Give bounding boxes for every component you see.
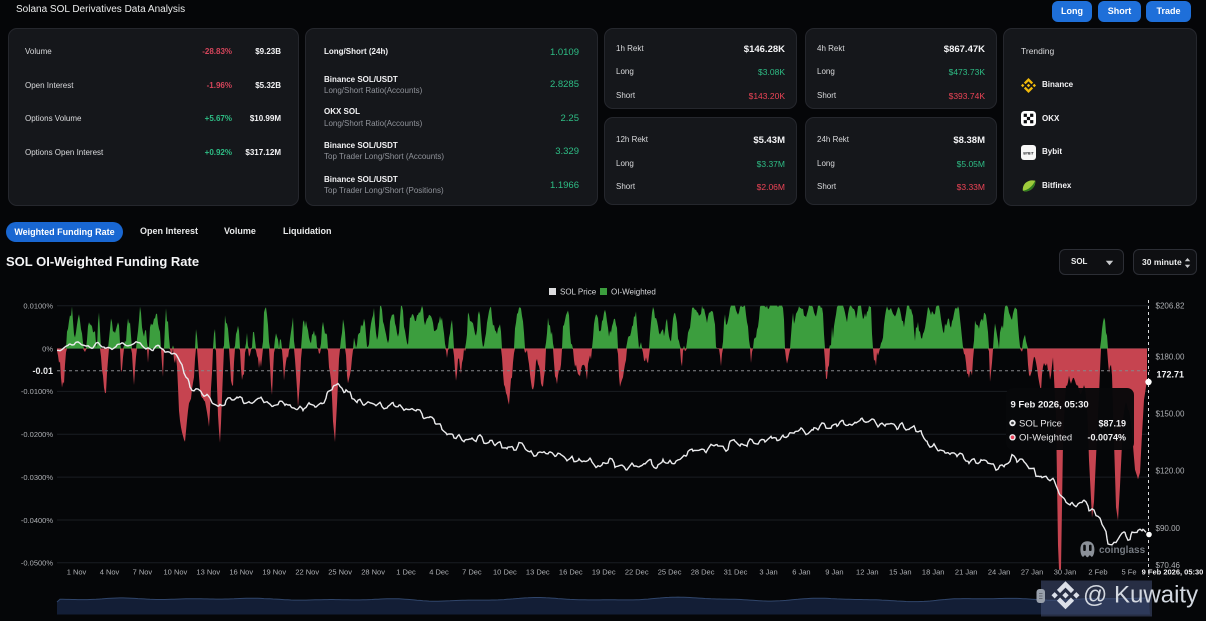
svg-text:0.0100%: 0.0100% xyxy=(23,301,53,310)
svg-text:9 Jan: 9 Jan xyxy=(825,568,843,577)
svg-text:4 Nov: 4 Nov xyxy=(100,568,120,577)
svg-text:13 Dec: 13 Dec xyxy=(526,568,550,577)
svg-text:$120.00: $120.00 xyxy=(1156,467,1185,476)
svg-text:25 Nov: 25 Nov xyxy=(328,568,352,577)
svg-text:1 Nov: 1 Nov xyxy=(67,568,87,577)
svg-text:16 Nov: 16 Nov xyxy=(229,568,253,577)
svg-text:7 Dec: 7 Dec xyxy=(462,568,482,577)
svg-text:-0.0300%: -0.0300% xyxy=(21,473,53,482)
svg-text:28 Nov: 28 Nov xyxy=(361,568,385,577)
svg-text:BYB!T: BYB!T xyxy=(1023,151,1034,155)
svg-text:OI-Weighted: OI-Weighted xyxy=(1019,432,1072,443)
svg-text:18 Jan: 18 Jan xyxy=(922,568,945,577)
svg-text:31 Dec: 31 Dec xyxy=(724,568,748,577)
svg-text:2 Feb: 2 Feb xyxy=(1088,568,1107,577)
svg-text:7 Nov: 7 Nov xyxy=(133,568,153,577)
svg-text:27 Jan: 27 Jan xyxy=(1021,568,1044,577)
svg-text:4 Dec: 4 Dec xyxy=(429,568,449,577)
svg-text:19 Dec: 19 Dec xyxy=(592,568,616,577)
svg-text:10 Nov: 10 Nov xyxy=(164,568,188,577)
svg-text:-0.0500%: -0.0500% xyxy=(21,559,53,568)
svg-text:SOL Price: SOL Price xyxy=(1019,418,1062,429)
svg-text:SOL Price: SOL Price xyxy=(560,288,597,297)
svg-text:$90.00: $90.00 xyxy=(1156,524,1181,533)
svg-text:$87.19: $87.19 xyxy=(1098,418,1126,428)
svg-text:172.71: 172.71 xyxy=(1157,369,1185,379)
svg-text:25 Dec: 25 Dec xyxy=(658,568,682,577)
svg-text:24 Jan: 24 Jan xyxy=(988,568,1011,577)
svg-text:1 Dec: 1 Dec xyxy=(396,568,416,577)
svg-text:30 Jan: 30 Jan xyxy=(1054,568,1077,577)
svg-text:9 Feb 2026, 05:30: 9 Feb 2026, 05:30 xyxy=(1142,568,1204,577)
svg-text:OI-Weighted: OI-Weighted xyxy=(611,288,656,297)
svg-text:16 Dec: 16 Dec xyxy=(559,568,583,577)
svg-text:22 Nov: 22 Nov xyxy=(295,568,319,577)
svg-text:19 Nov: 19 Nov xyxy=(262,568,286,577)
svg-text:$180.00: $180.00 xyxy=(1156,352,1185,361)
svg-text:$206.82: $206.82 xyxy=(1156,301,1185,310)
svg-text:15 Jan: 15 Jan xyxy=(889,568,912,577)
svg-text:5 Fe: 5 Fe xyxy=(1121,568,1136,577)
svg-text:-0.0100%: -0.0100% xyxy=(21,387,53,396)
svg-text:10 Dec: 10 Dec xyxy=(493,568,517,577)
svg-text:28 Dec: 28 Dec xyxy=(691,568,715,577)
svg-text:3 Jan: 3 Jan xyxy=(759,568,777,577)
svg-text:-0.0074%: -0.0074% xyxy=(1087,432,1126,442)
svg-text:-0.0400%: -0.0400% xyxy=(21,516,53,525)
svg-text:0%: 0% xyxy=(42,344,53,353)
svg-text:9 Feb 2026, 05:30: 9 Feb 2026, 05:30 xyxy=(1011,400,1089,411)
svg-text:21 Jan: 21 Jan xyxy=(955,568,978,577)
svg-text:22 Dec: 22 Dec xyxy=(625,568,649,577)
svg-text:-0.01: -0.01 xyxy=(32,366,53,376)
svg-text:6 Jan: 6 Jan xyxy=(792,568,810,577)
svg-text:-0.0200%: -0.0200% xyxy=(21,430,53,439)
svg-text:@ Kuwaity: @ Kuwaity xyxy=(1083,582,1198,609)
svg-text:coinglass: coinglass xyxy=(1099,545,1146,556)
svg-text:$150.00: $150.00 xyxy=(1156,409,1185,418)
svg-text:13 Nov: 13 Nov xyxy=(196,568,220,577)
svg-text:12 Jan: 12 Jan xyxy=(856,568,879,577)
